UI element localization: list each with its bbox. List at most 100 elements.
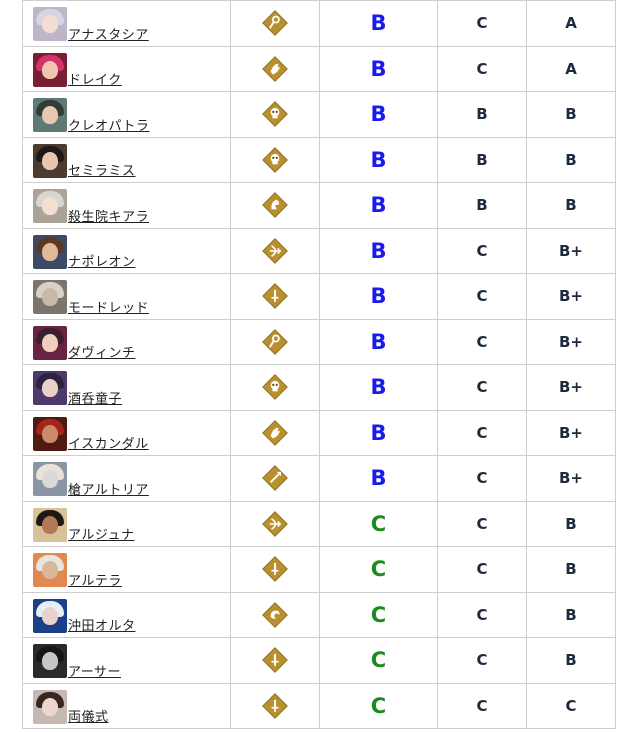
class-cell [230,364,320,411]
grade-tertiary: B [526,500,616,547]
grade-secondary: C [437,0,527,47]
portrait-drake[interactable] [33,52,67,87]
servant-name-link[interactable]: アーサー [68,661,121,680]
assassin-icon [262,374,288,401]
grade-tertiary: B [526,91,616,138]
portrait-face [42,151,58,170]
servant-name-link[interactable]: アナスタシア [68,24,149,43]
servant-name-link[interactable]: モードレッド [68,297,149,316]
table-row: アナスタシア B C A [22,0,616,47]
table-row: クレオパトラ B B B [22,91,616,138]
tier-table-page: アナスタシア B C A ドレイク B C A クレオパトラ B B B セミラミス B B B 殺生院キアラ B… [0,0,640,732]
grade-secondary: C [437,500,527,547]
saber-icon [262,647,288,674]
table-row: 槍アルトリア B C B+ [22,455,616,502]
grade-secondary: B [437,91,527,138]
tier-table-body: アナスタシア B C A ドレイク B C A クレオパトラ B B B セミラミス B B B 殺生院キアラ B… [22,0,616,729]
grade-secondary: C [437,455,527,502]
grade-tertiary: B [526,546,616,593]
grade-secondary: C [437,637,527,684]
class-cell [230,455,320,502]
rider-icon [262,419,288,446]
portrait-altera[interactable] [33,553,67,587]
servant-name-link[interactable]: クレオパトラ [68,115,149,134]
grade-primary: C [319,637,438,684]
servant-name-link[interactable]: アルテラ [68,570,122,589]
grade-tertiary: B+ [526,455,616,502]
portrait-arthur[interactable] [33,644,67,678]
grade-tertiary: B [526,182,616,229]
portrait-face [42,606,58,625]
portrait-anastasia[interactable] [33,7,67,41]
rider-icon [262,55,288,82]
grade-secondary: C [437,318,527,365]
grade-secondary: C [437,364,527,411]
grade-tertiary: B+ [526,364,616,411]
servant-cell: クレオパトラ [22,91,231,138]
grade-tertiary: B+ [526,318,616,365]
portrait-kiara[interactable] [33,189,67,223]
servant-cell: 沖田オルタ [22,591,231,638]
portrait-face [42,379,58,397]
class-cell [230,227,320,274]
portrait-cleopatra[interactable] [33,98,67,132]
servant-cell: アルテラ [22,546,231,593]
caster-icon [262,10,288,37]
class-cell [230,0,320,47]
portrait-okita-alter[interactable] [33,598,67,633]
class-cell [230,318,320,365]
portrait-face [42,15,58,33]
servant-name-link[interactable]: 殺生院キアラ [68,206,149,225]
servant-name-link[interactable]: 両儀式 [68,706,109,725]
servant-name-link[interactable]: 沖田オルタ [68,615,136,634]
servant-name-link[interactable]: 槍アルトリア [68,479,149,498]
servant-name-link[interactable]: ダヴィンチ [68,342,136,361]
class-cell [230,136,320,183]
portrait-face [42,697,58,716]
class-cell [230,45,320,92]
servant-name-link[interactable]: イスカンダル [68,433,149,452]
class-cell [230,591,320,638]
grade-primary: B [319,318,438,365]
portrait-davinci[interactable] [33,325,67,360]
grade-primary: B [319,182,438,229]
alter-ego-icon [262,601,288,628]
grade-secondary: C [437,546,527,593]
grade-primary: B [319,227,438,274]
portrait-face [42,333,58,352]
portrait-face [42,288,58,306]
portrait-arjuna[interactable] [33,507,67,542]
portrait-iskandar[interactable] [33,416,67,451]
assassin-icon [262,146,288,173]
portrait-semiramis[interactable] [33,143,67,178]
portrait-face [42,652,58,670]
servant-name-link[interactable]: 酒呑童子 [68,388,122,407]
servant-cell: セミラミス [22,136,231,183]
servant-cell: ナポレオン [22,227,231,274]
servant-name-link[interactable]: アルジュナ [68,524,134,543]
portrait-shuten[interactable] [33,371,67,405]
portrait-face [42,242,58,261]
portrait-ryougi[interactable] [33,689,67,724]
grade-tertiary: B [526,136,616,183]
table-row: 両儀式 C C C [22,682,616,729]
portrait-napoleon[interactable] [33,234,67,269]
portrait-face [42,470,58,488]
servant-name-link[interactable]: ナポレオン [68,251,136,270]
moon-cancer-icon [262,192,288,219]
grade-secondary: C [437,227,527,274]
grade-secondary: C [437,273,527,320]
servant-name-link[interactable]: セミラミス [68,160,136,179]
servant-cell: ドレイク [22,45,231,92]
grade-tertiary: A [526,45,616,92]
portrait-artoria-lancer[interactable] [33,462,67,496]
grade-primary: C [319,546,438,593]
servant-cell: アナスタシア [22,0,231,47]
table-row: アルテラ C C B [22,546,616,593]
grade-primary: C [319,682,438,729]
servant-name-link[interactable]: ドレイク [68,69,122,88]
grade-tertiary: B [526,637,616,684]
grade-primary: B [319,0,438,47]
table-row: 殺生院キアラ B B B [22,182,616,229]
portrait-mordred[interactable] [33,280,67,314]
